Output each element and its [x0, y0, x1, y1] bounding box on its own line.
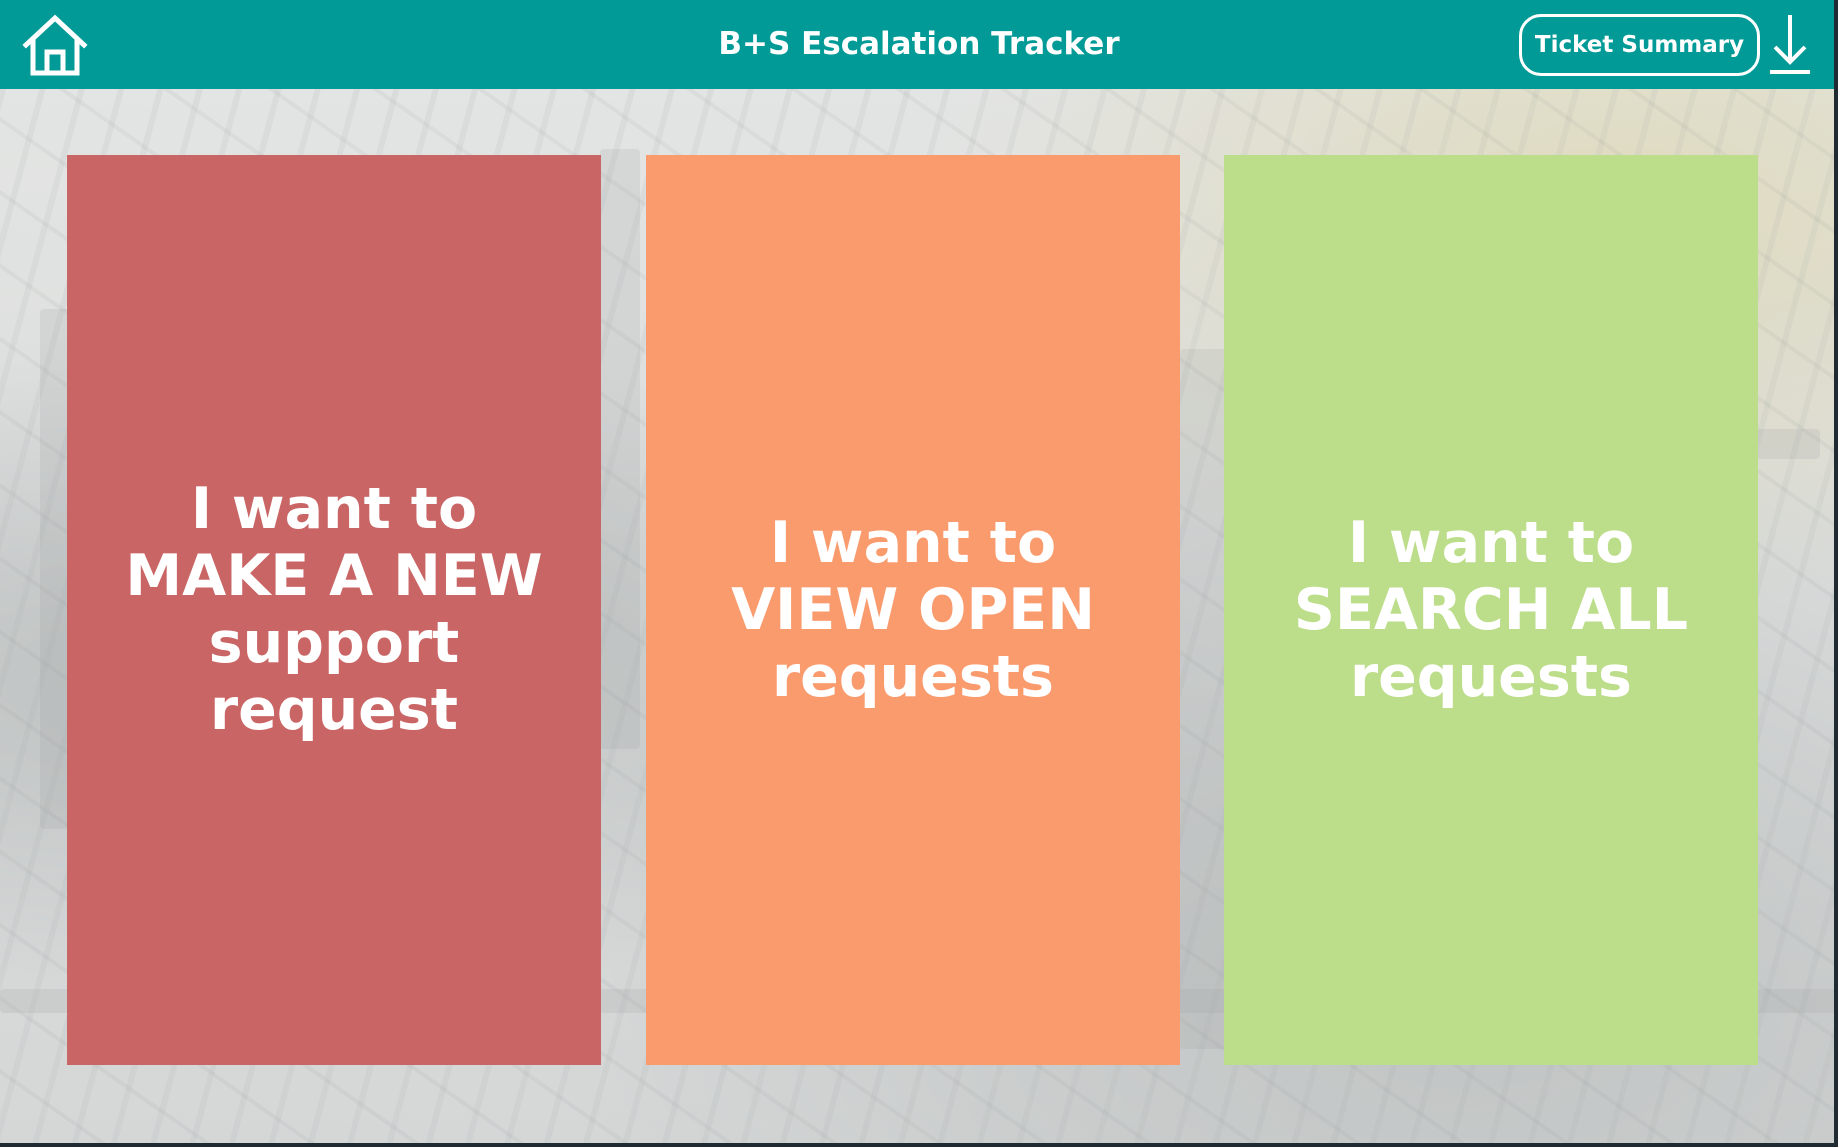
window-edge	[0, 1143, 1838, 1147]
window-edge	[1834, 0, 1838, 1147]
download-icon	[1770, 15, 1810, 74]
card-label: I want to MAKE A NEW support request	[125, 476, 542, 744]
view-open-requests-button[interactable]: I want to VIEW OPEN requests	[646, 155, 1180, 1065]
card-line: I want to	[190, 476, 478, 542]
app-screen: B+S Escalation Tracker Ticket Summary I …	[0, 0, 1838, 1147]
card-line: requests	[772, 643, 1054, 710]
make-new-request-button[interactable]: I want to MAKE A NEW support request	[67, 155, 601, 1065]
card-line: request	[210, 677, 458, 743]
download-button[interactable]	[1768, 12, 1812, 78]
home-button[interactable]	[20, 12, 90, 78]
card-line: support	[208, 610, 460, 676]
card-line: I want to	[1347, 509, 1635, 576]
search-all-requests-button[interactable]: I want to SEARCH ALL requests	[1224, 155, 1758, 1065]
card-line: I want to	[769, 509, 1057, 576]
card-line: VIEW OPEN	[731, 576, 1095, 643]
header-bar: B+S Escalation Tracker Ticket Summary	[0, 0, 1838, 89]
ticket-summary-button[interactable]: Ticket Summary	[1519, 14, 1760, 76]
card-line: MAKE A NEW	[125, 543, 543, 609]
card-label: I want to SEARCH ALL requests	[1294, 510, 1688, 711]
home-icon	[22, 14, 88, 76]
card-label: I want to VIEW OPEN requests	[731, 510, 1095, 711]
card-line: SEARCH ALL	[1293, 576, 1689, 643]
card-line: requests	[1350, 643, 1632, 710]
